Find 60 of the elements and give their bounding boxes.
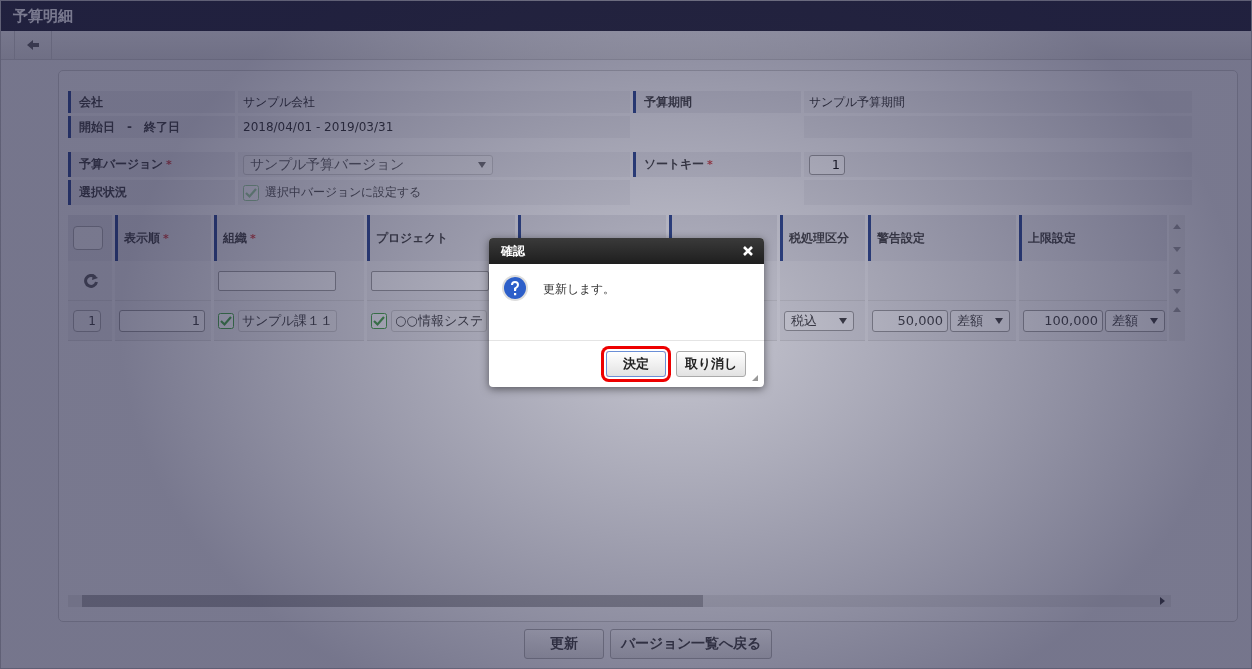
field-label: 組織 xyxy=(223,229,247,247)
field-label: ソートキー xyxy=(644,156,704,173)
footer-button[interactable]: バージョン一覧へ戻る xyxy=(610,629,772,659)
amount-field[interactable]: 100,000 xyxy=(1023,309,1103,332)
field-label: プロジェクト xyxy=(376,229,448,247)
field-label: 選択状況 xyxy=(79,184,127,201)
checkbox[interactable] xyxy=(218,312,234,329)
lookup-field[interactable]: ○○情報システ xyxy=(391,309,487,332)
select-field[interactable]: 差額 xyxy=(1105,309,1165,332)
scroll-down-icon[interactable] xyxy=(1173,288,1181,294)
select-all-checkbox[interactable] xyxy=(73,226,103,250)
window-title: 予算明細 xyxy=(1,1,1251,31)
number-field[interactable]: 1 xyxy=(809,154,845,175)
refresh-icon[interactable] xyxy=(83,273,98,288)
select-field[interactable]: 差額 xyxy=(950,309,1010,332)
scroll-up-icon[interactable] xyxy=(1173,307,1181,312)
filter-field[interactable] xyxy=(218,270,336,291)
field-label: 表示順 xyxy=(124,229,160,247)
required-mark: * xyxy=(707,158,713,171)
vertical-scrollbar[interactable] xyxy=(1169,301,1185,341)
scroll-down-icon[interactable] xyxy=(1173,247,1181,252)
field-label: 予算バージョン xyxy=(79,156,163,173)
back-button[interactable] xyxy=(14,31,52,59)
field-label: 開始日 - 終了日 xyxy=(79,118,180,136)
number-field[interactable]: 1 xyxy=(119,309,205,332)
checkbox[interactable] xyxy=(371,312,387,329)
row-number: 1 xyxy=(73,309,101,332)
required-mark: * xyxy=(250,231,256,245)
field-label: 税処理区分 xyxy=(789,229,849,247)
vertical-scrollbar[interactable] xyxy=(1169,215,1185,261)
amount-field[interactable]: 50,000 xyxy=(872,309,948,332)
checkbox-label: 選択中バージョンに設定する xyxy=(265,184,421,201)
resize-grip-icon[interactable] xyxy=(752,375,758,381)
caret-icon xyxy=(478,161,486,168)
arrow-left-icon xyxy=(26,39,40,51)
caret-icon xyxy=(995,317,1003,324)
caret-icon xyxy=(839,317,847,324)
field-label: 予算期間 xyxy=(644,93,692,111)
field-label: 警告設定 xyxy=(877,229,925,247)
scroll-up-icon[interactable] xyxy=(1173,268,1181,274)
lookup-field[interactable]: サンプル課１１ xyxy=(238,309,337,332)
filter-field[interactable] xyxy=(371,270,489,291)
caret-icon xyxy=(1150,317,1158,324)
field-value: 2018/04/01 - 2019/03/31 xyxy=(243,120,394,134)
question-icon xyxy=(501,274,529,302)
dialog-message: 更新します。 xyxy=(543,281,615,298)
select-field[interactable]: 税込 xyxy=(784,310,854,331)
close-icon[interactable] xyxy=(742,245,754,257)
required-mark: * xyxy=(163,231,169,245)
field-label: 会社 xyxy=(79,93,103,111)
required-mark: * xyxy=(166,158,172,171)
scroll-up-icon[interactable] xyxy=(1173,224,1181,229)
footer-button[interactable]: 更新 xyxy=(524,629,604,659)
field-label: 上限設定 xyxy=(1028,229,1076,247)
dialog-button[interactable]: 取り消し xyxy=(676,351,746,377)
scroll-right-icon[interactable] xyxy=(1160,597,1165,605)
horizontal-scrollbar[interactable] xyxy=(68,595,1171,607)
dialog-title: 確認 xyxy=(501,242,525,260)
field-value: サンプル会社 xyxy=(243,93,315,111)
field-value: サンプル予算期間 xyxy=(809,93,905,111)
